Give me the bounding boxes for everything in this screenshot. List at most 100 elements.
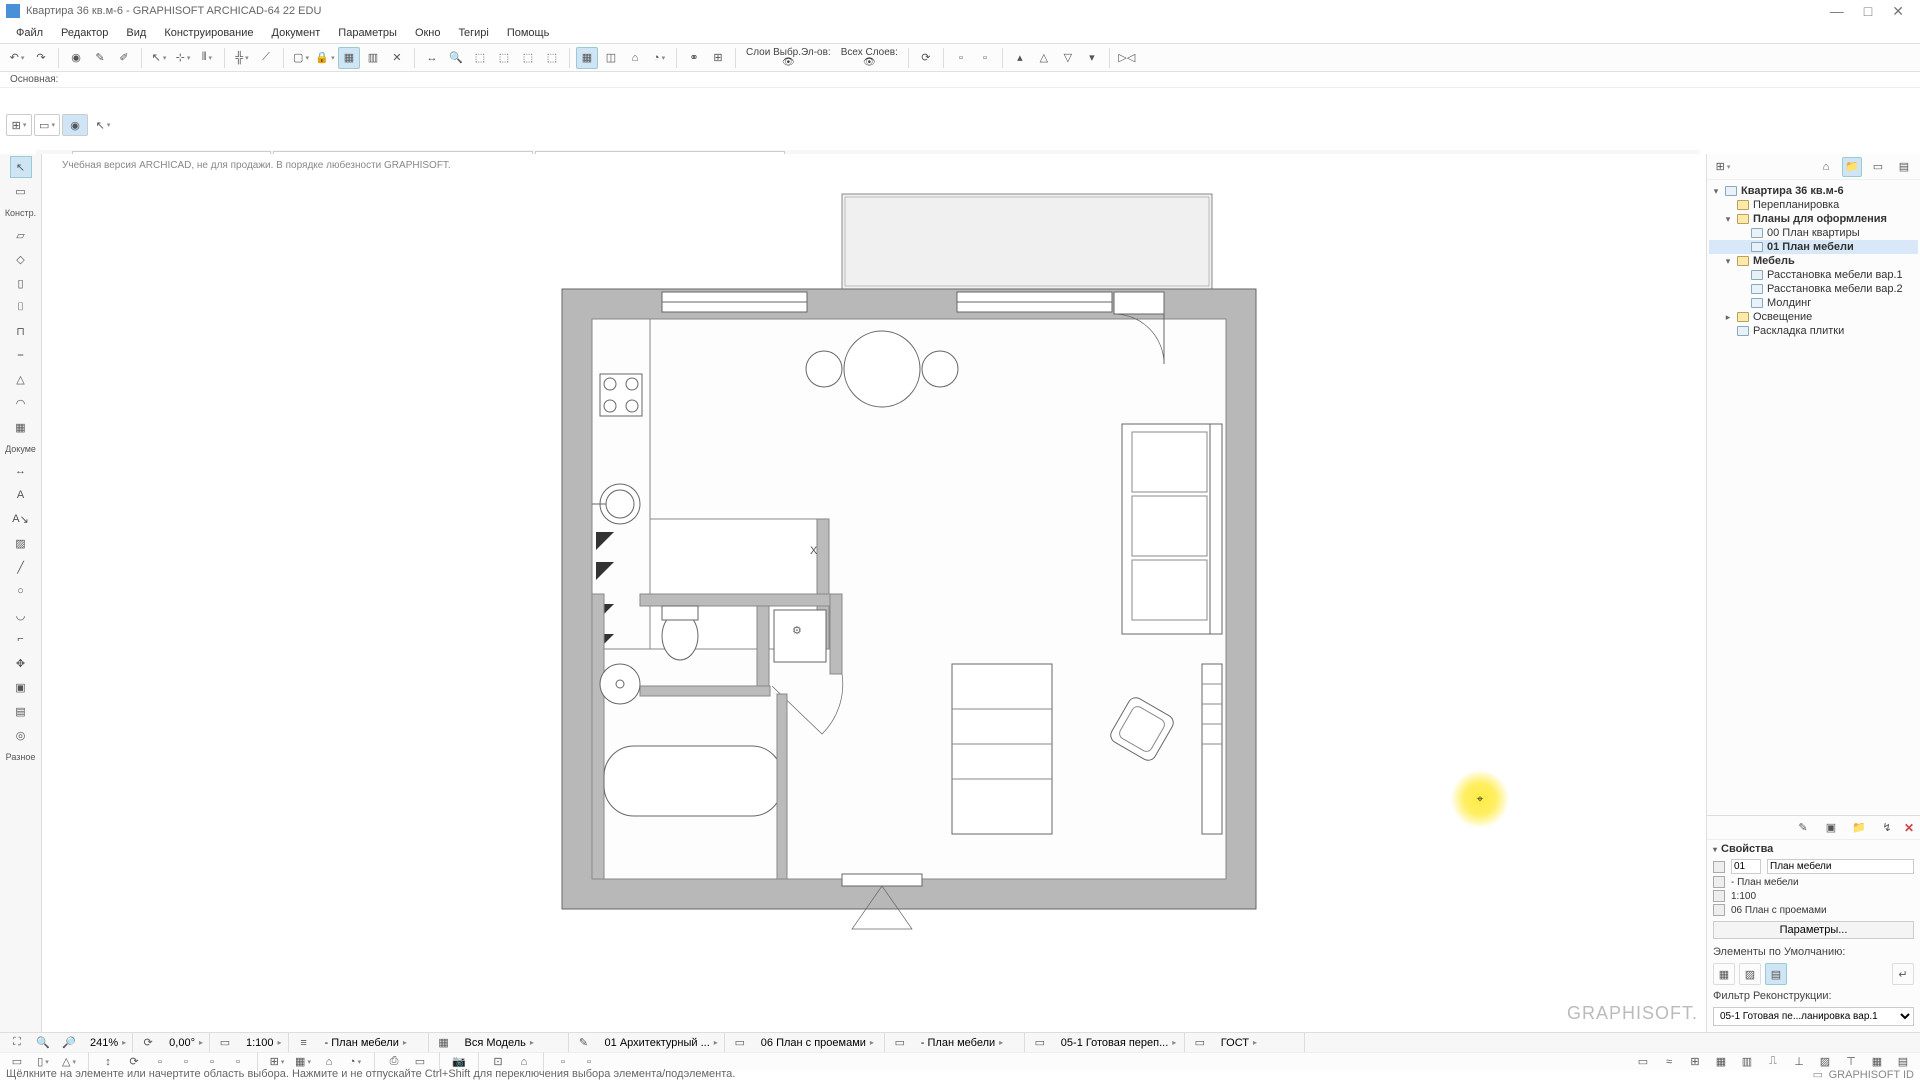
prop-folder[interactable]: 📁 (1848, 817, 1870, 839)
sb-floor[interactable]: ▭ (729, 1032, 751, 1054)
window-tool[interactable]: ⊓ (10, 320, 32, 342)
prop-header[interactable]: Свойства (1707, 840, 1920, 858)
align-2[interactable]: ▫ (974, 47, 996, 69)
def-2[interactable]: ▨ (1739, 963, 1761, 985)
find-button[interactable]: 🔍 (445, 47, 467, 69)
menu-file[interactable]: Файл (8, 25, 51, 41)
tree-item[interactable]: 01 План мебели (1709, 240, 1918, 254)
play-button[interactable]: ▷◁ (1116, 47, 1138, 69)
tree-item[interactable]: Расстановка мебели вар.1 (1709, 268, 1918, 282)
recon-select[interactable]: 05-1 Готовая пе...ланировка вар.1 (1713, 1007, 1914, 1026)
sb-std[interactable]: ▭ (1189, 1032, 1211, 1054)
mode-b[interactable]: ◫ (600, 47, 622, 69)
tree-item[interactable]: Перепланировка (1709, 198, 1918, 212)
tree-item[interactable]: Раскладка плитки (1709, 324, 1918, 338)
group-button[interactable]: ⊞ (707, 47, 729, 69)
minimize-button[interactable]: — (1830, 3, 1844, 20)
menu-twinmotion[interactable]: Teгиpi (451, 25, 497, 41)
trace-button[interactable]: ▦ (338, 47, 360, 69)
refresh-button[interactable]: ⟳ (915, 47, 937, 69)
door-tool[interactable]: ⌷ (10, 296, 32, 318)
mini-4[interactable]: ↖ (90, 114, 116, 136)
nav-house-icon[interactable]: ⌂ (1816, 157, 1836, 177)
tool1[interactable]: ⬚ (469, 47, 491, 69)
undo-button[interactable]: ↶ (6, 47, 28, 69)
mode-c[interactable]: ⌂ (624, 47, 646, 69)
nav-book-icon[interactable]: ▭ (1868, 157, 1888, 177)
guide-mode[interactable]: ⫴ (196, 47, 218, 69)
marquee-tool[interactable]: ▭ (10, 180, 32, 202)
menu-document[interactable]: Документ (264, 25, 329, 41)
mini-3[interactable]: ◉ (62, 114, 88, 136)
maximize-button[interactable]: □ (1864, 3, 1872, 20)
mini-1[interactable]: ⊞ (6, 114, 32, 136)
tool3[interactable]: ⬚ (517, 47, 539, 69)
lock-tool[interactable]: 🔒 (314, 47, 336, 69)
order-3[interactable]: ▽ (1057, 47, 1079, 69)
close-trace-button[interactable]: ✕ (386, 47, 408, 69)
tree-item[interactable]: 00 План квартиры (1709, 226, 1918, 240)
tool2[interactable]: ⬚ (493, 47, 515, 69)
order-2[interactable]: △ (1033, 47, 1055, 69)
prop-save[interactable]: ▣ (1820, 817, 1842, 839)
prop-id-input[interactable] (1731, 859, 1761, 874)
roof-tool[interactable]: △ (10, 368, 32, 390)
dimension-tool[interactable]: ↔ (10, 460, 32, 482)
menu-design[interactable]: Конструирование (156, 25, 261, 41)
mode-d[interactable]: ◔ (648, 47, 670, 69)
brand-id[interactable]: GRAPHISOFT ID (1829, 1069, 1914, 1081)
ruler-button[interactable]: ⟋ (255, 47, 277, 69)
mini-2[interactable]: ▭ (34, 114, 60, 136)
tree-item[interactable]: Молдинг (1709, 296, 1918, 310)
prop-name-input[interactable] (1767, 859, 1914, 874)
line-tool[interactable]: ╱ (10, 556, 32, 578)
sb-recon[interactable]: ▭ (1029, 1032, 1051, 1054)
menu-window[interactable]: Окно (407, 25, 449, 41)
arrow-mode[interactable]: ↖ (148, 47, 170, 69)
polyline-tool[interactable]: ⌐ (10, 628, 32, 650)
grid-button[interactable]: ╬ (231, 47, 253, 69)
box-tool[interactable]: ▢ (290, 47, 312, 69)
eye-icon-2[interactable]: 👁 (863, 58, 876, 68)
label-tool[interactable]: A↘ (10, 508, 32, 530)
menu-view[interactable]: Вид (118, 25, 154, 41)
project-tree[interactable]: ▾Квартира 36 кв.м-6Перепланировка▾Планы … (1707, 180, 1920, 815)
snap-mode[interactable]: ⊹ (172, 47, 194, 69)
measure-button[interactable]: ↔ (421, 47, 443, 69)
tree-item[interactable]: Расстановка мебели вар.2 (1709, 282, 1918, 296)
nav-mode[interactable]: ⊞ (1713, 157, 1733, 177)
zone-tool[interactable]: ▤ (10, 700, 32, 722)
link-button[interactable]: ⚭ (683, 47, 705, 69)
object-tool[interactable]: ▣ (10, 676, 32, 698)
arc-tool[interactable]: ◡ (10, 604, 32, 626)
text-tool[interactable]: A (10, 484, 32, 506)
shell-tool[interactable]: ◠ (10, 392, 32, 414)
pick-button[interactable]: ◉ (65, 47, 87, 69)
tree-item[interactable]: ▾Квартира 36 кв.м-6 (1709, 184, 1918, 198)
column-tool[interactable]: ▯ (10, 272, 32, 294)
trace-ref-button[interactable]: ▥ (362, 47, 384, 69)
nav-layout-icon[interactable]: ▤ (1894, 157, 1914, 177)
sb-view[interactable]: ▭ (889, 1032, 911, 1054)
order-1[interactable]: ▴ (1009, 47, 1031, 69)
order-4[interactable]: ▾ (1081, 47, 1103, 69)
def-1[interactable]: ▦ (1713, 963, 1735, 985)
menu-help[interactable]: Помощь (499, 25, 558, 41)
tree-item[interactable]: ▸Освещение (1709, 310, 1918, 324)
params-button[interactable]: Параметры... (1713, 921, 1914, 939)
prop-del[interactable]: ↯ (1876, 817, 1898, 839)
move-tool[interactable]: ✥ (10, 652, 32, 674)
eye-icon[interactable]: 👁 (782, 58, 795, 68)
prop-new[interactable]: ✎ (1792, 817, 1814, 839)
tree-item[interactable]: ▾Планы для оформления (1709, 212, 1918, 226)
wall-tool[interactable]: ▱ (10, 224, 32, 246)
drawing-canvas[interactable]: Учебная версия ARCHICAD, не для продажи.… (42, 154, 1706, 1032)
close-button[interactable]: ✕ (1892, 3, 1904, 20)
prop-close[interactable]: ✕ (1904, 821, 1914, 835)
cloud-icon[interactable]: ▭ (1813, 1069, 1823, 1081)
beam-tool[interactable]: ⎯ (10, 344, 32, 366)
morph-tool[interactable]: ◎ (10, 724, 32, 746)
nav-folder-icon[interactable]: 📁 (1842, 157, 1862, 177)
menu-edit[interactable]: Редактор (53, 25, 116, 41)
eyedropper-button[interactable]: ✎ (89, 47, 111, 69)
